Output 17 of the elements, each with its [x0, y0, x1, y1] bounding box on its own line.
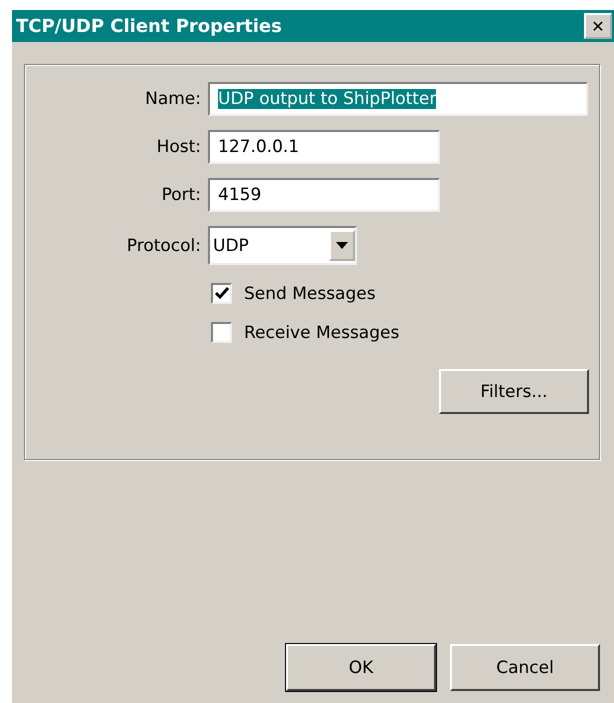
field-label: Name:	[144, 89, 201, 109]
checkbox-option[interactable]: Receive Messages	[211, 322, 400, 343]
window-title: TCP/UDP Client Properties	[16, 16, 282, 36]
checkbox[interactable]	[211, 283, 232, 304]
input-field[interactable]: UDP output to ShipPlotter	[208, 82, 588, 116]
protocol-dropdown[interactable]: UDP	[208, 226, 357, 265]
dialog-button[interactable]: Cancel	[450, 644, 600, 691]
close-button[interactable]: ✕	[584, 13, 612, 39]
checkbox[interactable]	[211, 322, 232, 343]
field-label: Host:	[156, 137, 201, 157]
filters-button[interactable]: Filters...	[439, 369, 589, 414]
checkbox-option[interactable]: Send Messages	[211, 283, 376, 304]
input-field[interactable]: 4159	[208, 178, 440, 212]
dialog-button[interactable]: OK	[286, 644, 436, 691]
input-field[interactable]: 127.0.0.1	[208, 130, 440, 164]
field-label: Protocol:	[126, 236, 201, 256]
field-label: Port:	[160, 185, 201, 205]
